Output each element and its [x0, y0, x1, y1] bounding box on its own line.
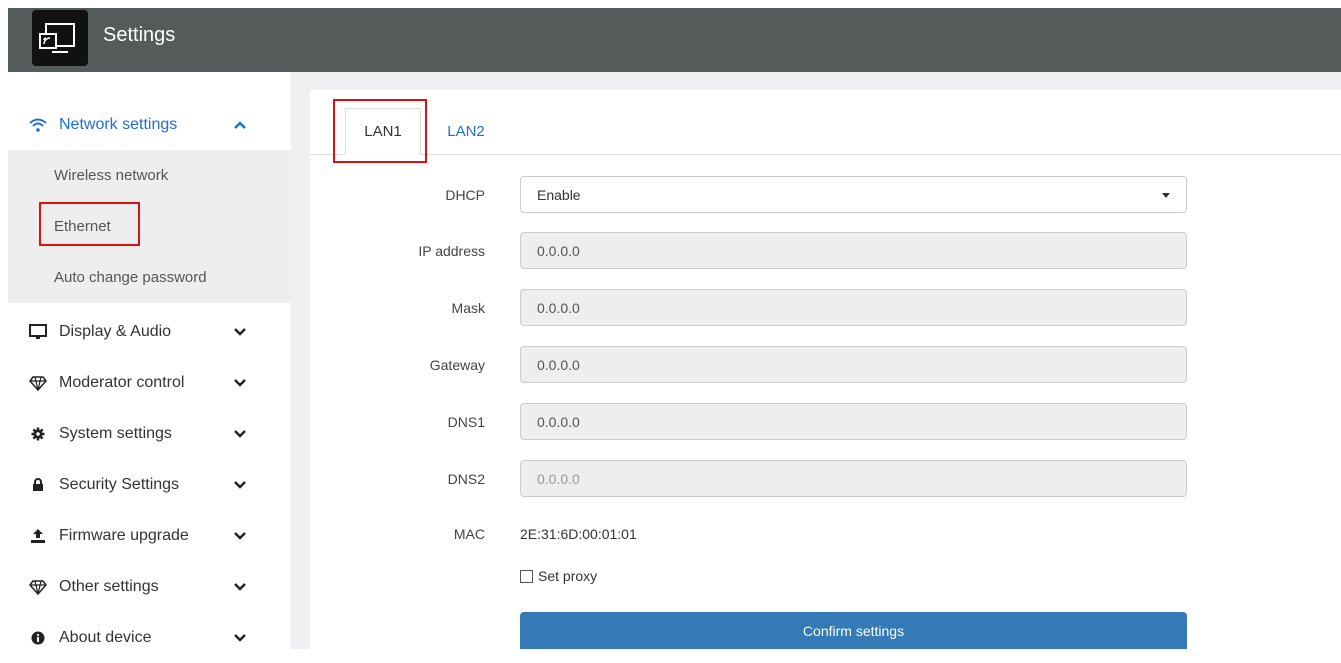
chevron-down-icon: [232, 324, 248, 340]
caret-down-icon: [1162, 193, 1170, 198]
confirm-settings-button[interactable]: Confirm settings: [520, 612, 1187, 649]
monitor-icon: [28, 322, 48, 342]
sidebar-item-label: System settings: [59, 425, 172, 442]
sidebar-item-display-audio[interactable]: Display & Audio: [8, 307, 291, 357]
chevron-up-icon: [232, 117, 248, 133]
sidebar-item-label: Moderator control: [59, 374, 185, 391]
submenu-item-ethernet[interactable]: Ethernet: [54, 218, 111, 235]
chevron-down-icon: [232, 630, 248, 646]
sidebar-item-label: About device: [59, 629, 152, 646]
mask-field[interactable]: 0.0.0.0: [520, 289, 1187, 326]
submenu-item-wireless-network[interactable]: Wireless network: [54, 167, 168, 184]
dns1-field[interactable]: 0.0.0.0: [520, 403, 1187, 440]
diamond-icon: [28, 577, 48, 597]
sidebar: Network settings Wireless network Ethern…: [8, 72, 291, 649]
info-icon: [28, 628, 48, 648]
sidebar-item-moderator-control[interactable]: Moderator control: [8, 358, 291, 408]
sidebar-item-label: Security Settings: [59, 476, 180, 493]
top-bar: Settings: [8, 8, 1341, 72]
checkbox-icon: [520, 569, 533, 583]
sidebar-item-system-settings[interactable]: System settings: [8, 409, 291, 459]
upload-icon: [28, 526, 48, 546]
tab-lan1[interactable]: LAN1: [345, 108, 421, 155]
submenu-item-auto-change-password[interactable]: Auto change password: [54, 269, 207, 286]
gateway-field[interactable]: 0.0.0.0: [520, 346, 1187, 383]
lock-icon: [28, 475, 48, 495]
chevron-down-icon: [232, 528, 248, 544]
sidebar-item-firmware-upgrade[interactable]: Firmware upgrade: [8, 511, 291, 561]
chevron-down-icon: [232, 477, 248, 493]
wifi-icon: [28, 115, 48, 135]
gear-icon: [28, 424, 48, 444]
tab-lan2[interactable]: LAN2: [441, 108, 491, 155]
sidebar-item-label: Firmware upgrade: [59, 527, 189, 544]
mac-value: 2E:31:6D:00:01:01: [520, 526, 637, 542]
sidebar-item-about-device[interactable]: About device: [8, 613, 291, 663]
chevron-down-icon: [232, 426, 248, 442]
set-proxy-label: Set proxy: [538, 568, 598, 584]
mask-label: Mask: [451, 300, 485, 316]
chevron-down-icon: [232, 375, 248, 391]
page-title: Settings: [103, 24, 176, 46]
dns1-label: DNS1: [447, 414, 485, 430]
mac-label: MAC: [453, 526, 485, 542]
sidebar-item-label: Other settings: [59, 578, 159, 595]
sidebar-item-label: Network settings: [59, 116, 178, 133]
sidebar-item-network-settings[interactable]: Network settings: [8, 100, 291, 150]
dns2-label: DNS2: [447, 471, 485, 487]
diamond-icon: [28, 373, 48, 393]
dhcp-label: DHCP: [445, 187, 485, 203]
gateway-label: Gateway: [429, 357, 485, 373]
network-submenu: Wireless network Ethernet Auto change pa…: [8, 150, 291, 303]
sidebar-item-label: Display & Audio: [59, 323, 172, 340]
ip-address-label: IP address: [418, 243, 485, 259]
sidebar-item-security-settings[interactable]: Security Settings: [8, 460, 291, 510]
set-proxy-checkbox[interactable]: Set proxy: [520, 568, 597, 584]
dhcp-select[interactable]: Enable: [520, 176, 1187, 213]
ip-address-field[interactable]: 0.0.0.0: [520, 232, 1187, 269]
cast-screen-icon: [32, 10, 88, 66]
dns2-field[interactable]: 0.0.0.0: [520, 460, 1187, 497]
chevron-down-icon: [232, 579, 248, 595]
sidebar-item-other-settings[interactable]: Other settings: [8, 562, 291, 612]
dhcp-selected-value: Enable: [537, 186, 581, 203]
